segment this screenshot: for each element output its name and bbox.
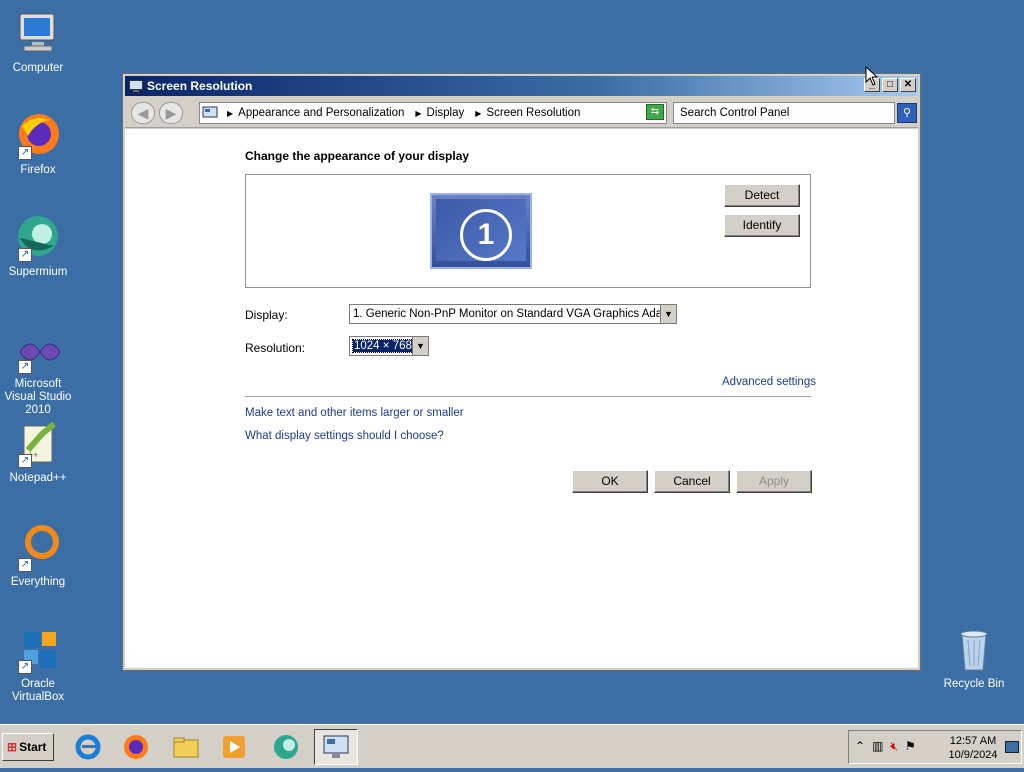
- screen-resolution-window: Screen Resolution _ □ ✕ ◀ ▶ ▶ Appearance…: [122, 73, 921, 671]
- monitor-1-icon[interactable]: 1: [430, 193, 532, 269]
- display-select-value: 1. Generic Non-PnP Monitor on Standard V…: [353, 308, 677, 320]
- taskbar-internet-explorer[interactable]: [66, 729, 110, 765]
- taskbar: ⊞ Start ⌃ ▥ 🔇︎ ⚑ 12:57 AM 10/9/2024: [0, 724, 1024, 768]
- desktop-icon-visual-studio[interactable]: ↗ Microsoft Visual Studio 2010: [0, 326, 76, 417]
- title-bar[interactable]: Screen Resolution _ □ ✕: [125, 76, 918, 96]
- breadcrumb-separator-icon: ▶: [475, 108, 482, 118]
- internet-explorer-icon: [75, 734, 101, 760]
- chevron-up-icon[interactable]: ⌃: [855, 739, 865, 754]
- advanced-settings-link[interactable]: Advanced settings: [722, 376, 816, 388]
- clock-date: 10/9/2024: [948, 749, 998, 761]
- search-input[interactable]: Search Control Panel: [673, 102, 895, 124]
- apply-button[interactable]: Apply: [736, 470, 812, 493]
- firefox-icon: [124, 735, 148, 759]
- display-settings-icon: [129, 80, 143, 92]
- display-help-link[interactable]: What display settings should I choose?: [245, 430, 444, 442]
- desktop-icon-label: Computer: [12, 62, 64, 74]
- content-area: Change the appearance of your display 1 …: [125, 129, 918, 668]
- start-label: Start: [19, 740, 47, 754]
- maximize-button[interactable]: □: [882, 78, 898, 92]
- desktop-icon-label: Microsoft Visual Studio 2010: [4, 378, 72, 416]
- identify-button[interactable]: Identify: [724, 214, 800, 237]
- desktop-icon-supermium[interactable]: ↗ Supermium: [0, 214, 76, 279]
- file-explorer-icon: [173, 737, 199, 758]
- firefox-icon: ↗: [14, 112, 62, 160]
- breadcrumb-item[interactable]: Screen Resolution: [486, 107, 580, 119]
- refresh-button[interactable]: ⇆: [646, 104, 664, 120]
- resolution-label: Resolution:: [245, 341, 306, 355]
- taskbar-media-player[interactable]: [212, 729, 256, 765]
- close-button[interactable]: ✕: [900, 78, 916, 92]
- monitor-number: 1: [460, 209, 512, 261]
- forward-button[interactable]: ▶: [159, 102, 183, 124]
- desktop-icon-label: Supermium: [8, 266, 68, 278]
- divider: [245, 396, 811, 397]
- everything-icon: ↗: [14, 524, 62, 572]
- system-tray: ⌃ ▥ 🔇︎ ⚑ 12:57 AM 10/9/2024: [848, 730, 1022, 764]
- display-label: Display:: [245, 308, 288, 322]
- shortcut-arrow-icon: ↗: [18, 454, 32, 468]
- chevron-down-icon[interactable]: ▼: [412, 337, 428, 355]
- breadcrumb-item[interactable]: Display: [427, 107, 465, 119]
- desktop-icon-notepad-plus-plus[interactable]: ++ ↗ Notepad++: [0, 420, 76, 485]
- control-panel-display-icon: [323, 735, 349, 758]
- shortcut-arrow-icon: ↗: [18, 360, 32, 374]
- address-bar: ◀ ▶ ▶ Appearance and Personalization ▶ D…: [125, 98, 918, 128]
- window-title: Screen Resolution: [147, 79, 253, 93]
- notepad-plus-plus-icon: ++ ↗: [14, 420, 62, 468]
- text-size-link[interactable]: Make text and other items larger or smal…: [245, 407, 464, 419]
- taskbar-file-explorer[interactable]: [164, 729, 208, 765]
- desktop-icon-computer[interactable]: Computer: [0, 10, 76, 75]
- desktop-icon-label: Everything: [10, 576, 66, 588]
- breadcrumb-item[interactable]: Appearance and Personalization: [238, 107, 404, 119]
- desktop-icon-firefox[interactable]: ↗ Firefox: [0, 112, 76, 177]
- chevron-down-icon[interactable]: ▼: [660, 305, 676, 323]
- shortcut-arrow-icon: ↗: [18, 248, 32, 262]
- recycle-bin-icon: [950, 626, 998, 674]
- network-icon[interactable]: ▥: [872, 739, 883, 754]
- search-icon[interactable]: ⚲: [897, 103, 917, 123]
- desktop-icon-virtualbox[interactable]: ↗ Oracle VirtualBox: [0, 626, 76, 704]
- taskbar-screen-resolution[interactable]: [314, 729, 358, 765]
- start-button[interactable]: ⊞ Start: [2, 733, 54, 761]
- breadcrumb-separator-icon: ▶: [227, 108, 234, 118]
- resolution-select-value: 1024 × 768: [352, 339, 414, 353]
- back-button[interactable]: ◀: [131, 102, 155, 124]
- breadcrumb-separator-icon: ▶: [415, 108, 422, 118]
- action-center-flag-icon[interactable]: ⚑: [905, 739, 916, 754]
- shortcut-arrow-icon: ↗: [18, 558, 32, 572]
- supermium-icon: ↗: [14, 214, 62, 262]
- desktop-icon-recycle-bin[interactable]: Recycle Bin: [936, 626, 1012, 691]
- desktop-icon-label: Notepad++: [9, 472, 67, 484]
- detect-button[interactable]: Detect: [724, 184, 800, 207]
- ok-button[interactable]: OK: [572, 470, 648, 493]
- page-title: Change the appearance of your display: [245, 149, 470, 163]
- display-preview: 1 Detect Identify: [245, 174, 811, 288]
- virtualbox-icon: ↗: [14, 626, 62, 674]
- clock-time: 12:57 AM: [949, 735, 997, 747]
- supermium-icon: [274, 735, 298, 759]
- resolution-select[interactable]: 1024 × 768 ▼: [349, 336, 429, 356]
- display-select[interactable]: 1. Generic Non-PnP Monitor on Standard V…: [349, 304, 677, 324]
- visual-studio-icon: ↗: [14, 326, 62, 374]
- computer-icon: [14, 10, 62, 58]
- shortcut-arrow-icon: ↗: [18, 146, 32, 160]
- desktop-icon-everything[interactable]: ↗ Everything: [0, 524, 76, 589]
- shortcut-arrow-icon: ↗: [18, 660, 32, 674]
- volume-muted-icon[interactable]: 🔇︎: [890, 739, 898, 754]
- show-desktop-button[interactable]: [1005, 741, 1019, 753]
- control-panel-icon: [202, 106, 218, 118]
- media-player-icon: [223, 736, 245, 758]
- taskbar-supermium[interactable]: [264, 729, 308, 765]
- mouse-cursor-icon: [865, 66, 879, 86]
- desktop-icon-label: Recycle Bin: [943, 678, 1005, 690]
- taskbar-firefox[interactable]: [114, 729, 158, 765]
- windows-flag-icon: ⊞: [7, 740, 18, 754]
- cancel-button[interactable]: Cancel: [654, 470, 730, 493]
- clock[interactable]: 12:57 AM 10/9/2024: [945, 734, 1001, 762]
- desktop-icon-label: Oracle VirtualBox: [11, 678, 65, 703]
- desktop-icon-label: Firefox: [20, 164, 56, 176]
- breadcrumb[interactable]: ▶ Appearance and Personalization ▶ Displ…: [199, 102, 709, 124]
